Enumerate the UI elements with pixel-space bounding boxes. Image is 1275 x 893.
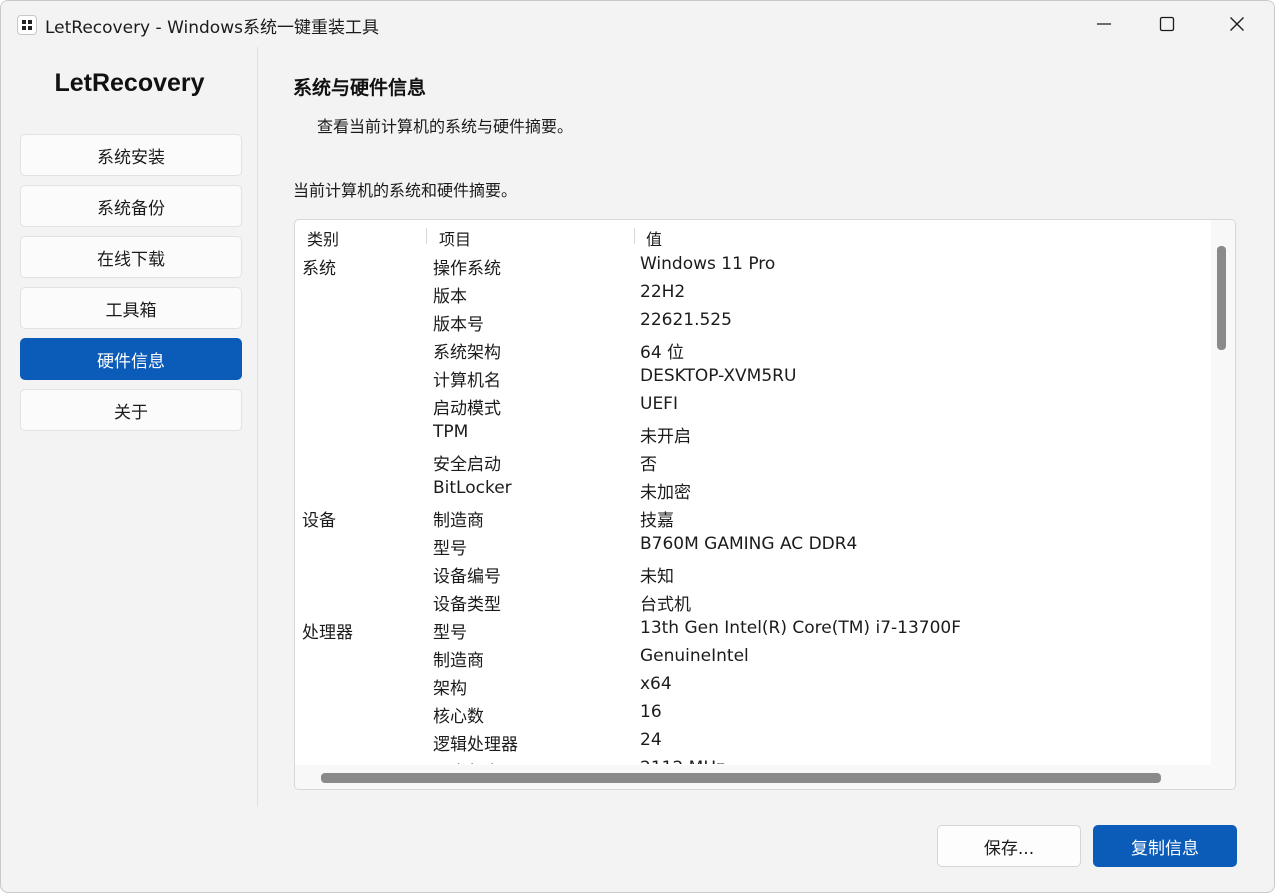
table-row[interactable]: 设备类型 台式机 [295, 588, 1210, 616]
cell-value: 22H2 [640, 282, 686, 302]
cell-value: B760M GAMING AC DDR4 [640, 534, 858, 554]
app-icon [17, 15, 37, 35]
table-row[interactable]: 处理器 型号 13th Gen Intel(R) Core(TM) i7-13700… [295, 616, 1210, 644]
app-window: LetRecovery - Windows系统一键重装工具 LetRecover… [0, 0, 1275, 893]
minimize-icon [1097, 23, 1111, 25]
sidebar-item-download[interactable]: 在线下载 [20, 236, 242, 278]
cell-value: 未知 [640, 567, 674, 587]
cell-category: 处理器 [302, 623, 353, 643]
table-row[interactable]: 系统架构 64 位 [295, 336, 1210, 364]
list-header: 类别 项目 值 [295, 220, 1210, 252]
cell-item: 设备编号 [433, 567, 501, 587]
sidebar: LetRecovery 系统安装系统备份在线下载工具箱硬件信息关于 [1, 47, 258, 807]
cell-value: Windows 11 Pro [640, 254, 776, 274]
close-button[interactable] [1202, 1, 1272, 47]
table-row[interactable]: 核心数 16 [295, 700, 1210, 728]
maximize-button[interactable] [1132, 1, 1202, 47]
sidebar-item-toolbox[interactable]: 工具箱 [20, 287, 242, 329]
table-row[interactable]: 架构 x64 [295, 672, 1210, 700]
cell-item: 架构 [433, 679, 467, 699]
cell-item: 逻辑处理器 [433, 735, 518, 755]
save-button[interactable]: 保存... [937, 825, 1081, 867]
close-icon [1230, 17, 1244, 31]
page-subtitle: 查看当前计算机的系统与硬件摘要。 [317, 117, 574, 136]
table-row[interactable]: 版本号 22621.525 [295, 308, 1210, 336]
cell-value: 64 位 [640, 343, 685, 363]
cell-item: 型号 [433, 623, 467, 643]
table-row[interactable]: 安全启动 否 [295, 448, 1210, 476]
cell-item: 制造商 [433, 511, 484, 531]
list-rows: 系统 操作系统 Windows 11 Pro 版本 22H2 版本号 22621.525 系统… [295, 252, 1210, 764]
cell-value: 技嘉 [640, 511, 674, 531]
cell-item: 版本号 [433, 315, 484, 335]
cell-value: GenuineIntel [640, 646, 749, 666]
title-bar[interactable]: LetRecovery - Windows系统一键重装工具 [1, 1, 1274, 47]
minimize-button[interactable] [1069, 1, 1139, 47]
hardware-info-list[interactable]: 类别 项目 值 系统 操作系统 Windows 11 Pro 版本 22H2 版本号 226… [294, 219, 1236, 790]
table-row[interactable]: 设备 制造商 技嘉 [295, 504, 1210, 532]
column-header-value[interactable]: 值 [646, 226, 662, 250]
copy-info-button[interactable]: 复制信息 [1093, 825, 1237, 867]
sidebar-item-about[interactable]: 关于 [20, 389, 242, 431]
cell-item: 型号 [433, 539, 467, 559]
table-row[interactable]: TPM 未开启 [295, 420, 1210, 448]
cell-value: x64 [640, 674, 672, 694]
cell-item: 计算机名 [433, 371, 501, 391]
main-content: 系统与硬件信息 查看当前计算机的系统与硬件摘要。 当前计算机的系统和硬件摘要。 … [259, 47, 1274, 892]
table-row[interactable]: 版本 22H2 [295, 280, 1210, 308]
horizontal-scroll-thumb[interactable] [321, 773, 1161, 783]
cell-value: DESKTOP-XVM5RU [640, 366, 797, 386]
cell-item: 设备类型 [433, 595, 501, 615]
window-title: LetRecovery - Windows系统一键重装工具 [45, 18, 379, 38]
cell-item: 核心数 [433, 707, 484, 727]
sidebar-item-install[interactable]: 系统安装 [20, 134, 242, 176]
cell-item: 制造商 [433, 651, 484, 671]
cell-category: 设备 [302, 511, 336, 531]
vertical-scroll-thumb[interactable] [1217, 246, 1226, 350]
section-description: 当前计算机的系统和硬件摘要。 [293, 181, 518, 200]
cell-value: 未加密 [640, 483, 691, 503]
table-row[interactable]: 计算机名 DESKTOP-XVM5RU [295, 364, 1210, 392]
column-divider[interactable] [426, 228, 427, 244]
cell-value: 16 [640, 702, 662, 722]
column-divider[interactable] [634, 228, 635, 244]
table-row[interactable]: 启动模式 UEFI [295, 392, 1210, 420]
cell-item: 安全启动 [433, 455, 501, 475]
cell-value: 未开启 [640, 427, 691, 447]
cell-value: 13th Gen Intel(R) Core(TM) i7-13700F [640, 618, 961, 638]
cell-item: 版本 [433, 287, 467, 307]
cell-item: 最大频率 [433, 758, 501, 764]
cell-value: 2112 MHz [640, 758, 725, 764]
cell-value: UEFI [640, 394, 678, 414]
sidebar-item-backup[interactable]: 系统备份 [20, 185, 242, 227]
cell-value: 台式机 [640, 595, 691, 615]
cell-value: 否 [640, 455, 657, 475]
maximize-icon [1159, 16, 1175, 32]
cell-item: 启动模式 [433, 399, 501, 419]
table-row[interactable]: 型号 B760M GAMING AC DDR4 [295, 532, 1210, 560]
sidebar-item-hardware[interactable]: 硬件信息 [20, 338, 242, 380]
table-row[interactable]: 系统 操作系统 Windows 11 Pro [295, 252, 1210, 280]
cell-item: 系统架构 [433, 343, 501, 363]
cell-value: 22621.525 [640, 310, 732, 330]
cell-item: 操作系统 [433, 259, 501, 279]
table-row[interactable]: 制造商 GenuineIntel [295, 644, 1210, 672]
cell-item: TPM [433, 422, 469, 442]
table-row[interactable]: BitLocker 未加密 [295, 476, 1210, 504]
column-header-item[interactable]: 项目 [439, 226, 471, 250]
table-row[interactable]: 逻辑处理器 24 [295, 728, 1210, 756]
cell-item: BitLocker [433, 478, 512, 498]
table-row[interactable]: 设备编号 未知 [295, 560, 1210, 588]
page-title: 系统与硬件信息 [293, 77, 427, 99]
brand-title: LetRecovery [54, 69, 205, 97]
cell-value: 24 [640, 730, 662, 750]
column-header-category[interactable]: 类别 [307, 226, 339, 250]
table-row[interactable]: 最大频率 2112 MHz [295, 756, 1210, 764]
cell-category: 系统 [302, 259, 336, 279]
